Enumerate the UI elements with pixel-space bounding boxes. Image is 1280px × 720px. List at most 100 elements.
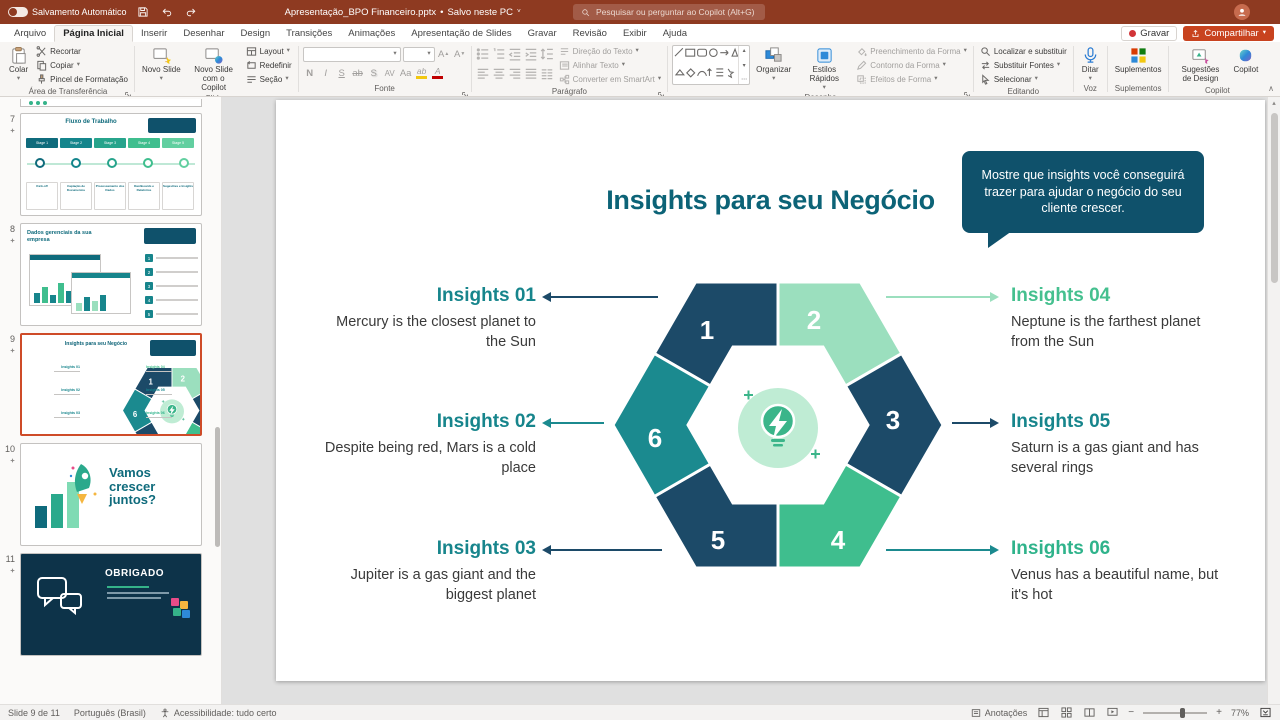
select-button[interactable]: Selecionar ▾ xyxy=(978,73,1069,86)
tab-desenhar[interactable]: Desenhar xyxy=(175,26,232,41)
copilot-search-box[interactable]: Pesquisar ou perguntar ao Copilot (Alt+G… xyxy=(573,4,765,20)
collapse-ribbon-button[interactable]: ∧ xyxy=(1268,84,1274,93)
replace-fonts-button[interactable]: Substituir Fontes ▾ xyxy=(978,59,1069,72)
tab-revisao[interactable]: Revisão xyxy=(565,26,615,41)
quick-styles-button[interactable]: Estilos Rápidos ▾ xyxy=(797,45,851,92)
shape-fill-button[interactable]: Preenchimento da Forma ▾ xyxy=(854,45,969,58)
fit-to-window-button[interactable] xyxy=(1258,706,1272,719)
slide-10-thumbnail[interactable]: Vamos crescer juntos? xyxy=(20,443,202,546)
tab-pagina-inicial[interactable]: Página Inicial xyxy=(54,25,133,42)
new-slide-copilot-button[interactable]: Novo Slide com o Copilot xyxy=(187,45,241,93)
font-size-select[interactable]: ▾ xyxy=(403,47,435,62)
font-name-select[interactable]: ▾ xyxy=(303,47,401,62)
underline-button[interactable]: S xyxy=(335,66,349,80)
character-spacing-button[interactable]: AV xyxy=(383,66,397,80)
gallery-up-icon[interactable]: ▴ xyxy=(743,47,746,54)
find-replace-button[interactable]: Localizar e substituir xyxy=(978,45,1069,58)
copilot-button[interactable]: Copilot xyxy=(1230,45,1261,76)
strikethrough-button[interactable]: ab xyxy=(351,66,365,80)
convert-smartart-button[interactable]: Converter em SmartArt ▾ xyxy=(557,73,664,86)
align-center-button[interactable] xyxy=(492,67,506,81)
slide-6-thumbnail-partial[interactable] xyxy=(20,99,202,107)
justify-button[interactable] xyxy=(524,67,538,81)
slideshow-button[interactable] xyxy=(1105,706,1119,719)
clipboard-dialog-launcher[interactable] xyxy=(124,86,132,94)
tab-transicoes[interactable]: Transições xyxy=(278,26,340,41)
zoom-out-button[interactable]: − xyxy=(1128,708,1134,718)
gallery-more-icon[interactable]: ⋯ xyxy=(741,76,747,83)
slide-counter[interactable]: Slide 9 de 11 xyxy=(8,708,60,718)
arrange-button[interactable]: Organizar ▾ xyxy=(753,45,794,83)
slide-7-thumbnail[interactable]: Fluxo de Trabalho Stage 1 Stage 2 Stage … xyxy=(20,113,202,216)
shrink-font-button[interactable]: A▼ xyxy=(453,47,467,61)
highlight-color-button[interactable]: ab xyxy=(415,66,429,80)
bullets-button[interactable] xyxy=(476,47,490,61)
text-direction-button[interactable]: Direção do Texto ▾ xyxy=(557,45,664,58)
align-left-button[interactable] xyxy=(476,67,490,81)
autosave-toggle[interactable]: Salvamento Automático xyxy=(8,7,127,17)
zoom-in-button[interactable]: + xyxy=(1216,708,1222,718)
shapes-gallery[interactable]: ▴ ▾ ⋯ xyxy=(672,45,750,85)
insight-item-5[interactable]: Insights 05 Saturn is a gas giant and ha… xyxy=(1011,411,1226,478)
document-title[interactable]: Apresentação_BPO Financeiro.pptx • Salvo… xyxy=(285,7,521,18)
shape-outline-button[interactable]: Contorno da Forma ▾ xyxy=(854,59,969,72)
tab-inserir[interactable]: Inserir xyxy=(133,26,175,41)
slide-editor[interactable]: Insights para seu Negócio Mostre que ins… xyxy=(276,100,1265,681)
tab-apresentacao-de-slides[interactable]: Apresentação de Slides xyxy=(403,26,519,41)
reset-button[interactable]: Redefinir xyxy=(244,59,294,72)
shape-effects-button[interactable]: Efeitos de Forma ▾ xyxy=(854,73,969,86)
tab-exibir[interactable]: Exibir xyxy=(615,26,655,41)
tab-design[interactable]: Design xyxy=(233,26,279,41)
line-spacing-button[interactable] xyxy=(540,47,554,61)
insight-item-4[interactable]: Insights 04 Neptune is the farthest plan… xyxy=(1011,285,1226,352)
zoom-slider-knob[interactable] xyxy=(1180,708,1185,718)
tab-arquivo[interactable]: Arquivo xyxy=(6,26,54,41)
undo-icon[interactable] xyxy=(159,4,175,20)
tab-ajuda[interactable]: Ajuda xyxy=(655,26,695,41)
paragraph-dialog-launcher[interactable] xyxy=(657,86,665,94)
zoom-level[interactable]: 77% xyxy=(1231,708,1249,718)
slide-sorter-view-button[interactable] xyxy=(1059,706,1073,719)
cut-button[interactable]: Recortar xyxy=(34,45,130,58)
language-selector[interactable]: Português (Brasil) xyxy=(74,708,146,718)
align-text-button[interactable]: Alinhar Texto ▾ xyxy=(557,59,664,72)
addins-button[interactable]: Suplementos xyxy=(1112,45,1165,76)
share-button[interactable]: Compartilhar ▾ xyxy=(1183,26,1274,41)
notes-button[interactable]: Anotações xyxy=(971,708,1028,718)
insight-item-3[interactable]: Insights 03 Jupiter is a gas giant and t… xyxy=(321,538,536,605)
columns-button[interactable] xyxy=(540,67,554,81)
tab-gravar[interactable]: Gravar xyxy=(520,26,565,41)
slide-8-thumbnail[interactable]: Dados gerenciais da sua empresa 1 2 3 xyxy=(20,223,202,326)
redo-icon[interactable] xyxy=(183,4,199,20)
speech-bubble-callout[interactable]: Mostre que insights você conseguirá traz… xyxy=(962,151,1204,233)
grow-font-button[interactable]: A▲ xyxy=(437,47,451,61)
drawing-dialog-launcher[interactable] xyxy=(963,86,971,94)
copy-button[interactable]: Copiar ▾ xyxy=(34,59,130,72)
text-shadow-button[interactable]: S xyxy=(367,66,381,80)
save-icon[interactable] xyxy=(135,4,151,20)
align-right-button[interactable] xyxy=(508,67,522,81)
canvas-scroll-up-icon[interactable]: ▴ xyxy=(1272,99,1276,107)
increase-indent-button[interactable] xyxy=(524,47,538,61)
insight-item-1[interactable]: Insights 01 Mercury is the closest plane… xyxy=(321,285,536,352)
change-case-button[interactable]: Aa xyxy=(399,66,413,80)
insight-item-6[interactable]: Insights 06 Venus has a beautiful name, … xyxy=(1011,538,1226,605)
user-avatar[interactable] xyxy=(1234,4,1250,20)
italic-button[interactable]: I xyxy=(319,66,333,80)
section-button[interactable]: Seção ▾ xyxy=(244,73,294,86)
canvas-scrollbar[interactable]: ▴ xyxy=(1267,97,1280,704)
decrease-indent-button[interactable] xyxy=(508,47,522,61)
slide-9-thumbnail-selected[interactable]: Insights para seu Negócio 123456 Insight… xyxy=(20,333,202,436)
canvas-scrollbar-thumb[interactable] xyxy=(1271,113,1278,283)
bold-button[interactable]: N xyxy=(303,66,317,80)
font-dialog-launcher[interactable] xyxy=(461,86,469,94)
zoom-slider[interactable] xyxy=(1143,712,1207,714)
slide-11-thumbnail[interactable]: OBRIGADO xyxy=(20,553,202,656)
tab-animacoes[interactable]: Animações xyxy=(340,26,403,41)
record-button[interactable]: Gravar xyxy=(1121,26,1177,41)
insight-item-2[interactable]: Insights 02 Despite being red, Mars is a… xyxy=(321,411,536,478)
layout-button[interactable]: Layout ▾ xyxy=(244,45,294,58)
normal-view-button[interactable] xyxy=(1036,706,1050,719)
gallery-down-icon[interactable]: ▾ xyxy=(743,62,746,69)
dictate-button[interactable]: Ditar ▾ xyxy=(1078,45,1103,83)
